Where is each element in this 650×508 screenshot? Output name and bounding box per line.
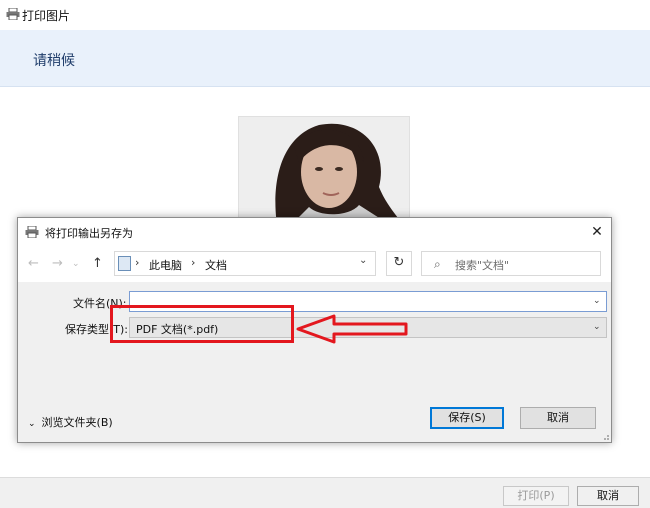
breadcrumb-separator: ›	[135, 256, 140, 269]
chevron-down-icon: ⌄	[28, 419, 36, 429]
forward-arrow-icon[interactable]: →	[52, 256, 63, 271]
printer-icon	[25, 226, 39, 238]
breadcrumb-documents[interactable]: 文档	[205, 257, 227, 273]
address-bar[interactable]: › 此电脑 › 文档 ⌄	[114, 251, 376, 276]
search-box[interactable]: ⌕ 搜索"文档"	[421, 251, 601, 276]
up-arrow-icon[interactable]: ↑	[92, 256, 103, 271]
refresh-icon: ↻	[393, 255, 405, 270]
close-icon[interactable]: ✕	[586, 221, 608, 243]
window-title: 打印图片	[22, 9, 71, 23]
status-banner: 请稍候	[0, 30, 650, 87]
printer-icon	[6, 8, 20, 20]
chevron-down-icon[interactable]: ⌄	[593, 296, 601, 306]
save-button[interactable]: 保存(S)	[430, 407, 504, 429]
cancel-button[interactable]: 取消	[520, 407, 596, 429]
browse-folders-toggle[interactable]: ⌄ 浏览文件夹(B)	[28, 414, 113, 430]
browse-folders-label: 浏览文件夹(B)	[41, 416, 113, 429]
print-button[interactable]: 打印(P)	[503, 486, 569, 506]
chevron-down-icon[interactable]: ⌄	[593, 322, 601, 332]
breadcrumb-separator: ›	[191, 256, 196, 269]
dialog-title: 将打印输出另存为	[45, 227, 133, 240]
window-titlebar: 打印图片	[0, 0, 650, 30]
dialog-titlebar: 将打印输出另存为 ✕	[18, 218, 611, 246]
breadcrumb-this-pc[interactable]: 此电脑	[149, 257, 182, 273]
window-cancel-button[interactable]: 取消	[577, 486, 639, 506]
refresh-button[interactable]: ↻	[386, 251, 412, 276]
search-icon: ⌕	[434, 257, 441, 271]
annotation-arrow-icon	[296, 314, 408, 344]
computer-icon	[118, 256, 131, 271]
recent-locations-icon[interactable]: ⌄	[72, 259, 80, 269]
back-arrow-icon[interactable]: ←	[28, 256, 39, 271]
annotation-highlight-box	[110, 305, 294, 343]
search-placeholder: 搜索"文档"	[455, 259, 510, 272]
resize-grip-icon[interactable]	[600, 431, 610, 441]
address-dropdown-icon[interactable]: ⌄	[359, 255, 367, 266]
banner-text: 请稍候	[33, 53, 75, 69]
